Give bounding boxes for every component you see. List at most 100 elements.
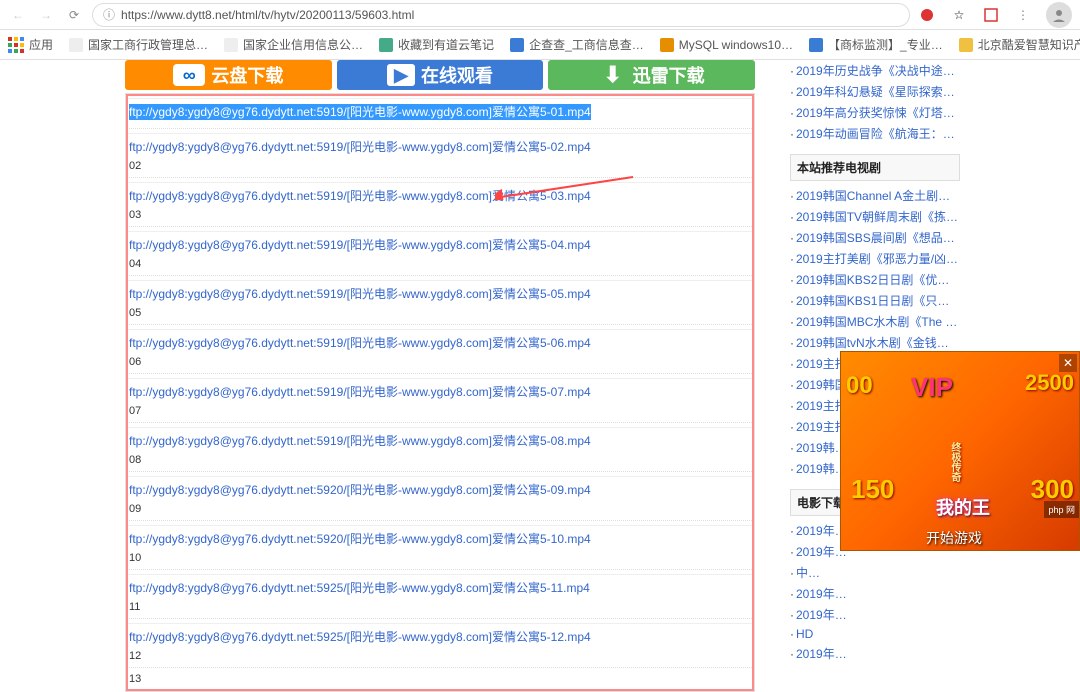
play-icon: ▶ xyxy=(387,64,415,86)
bookmark-item[interactable]: MySQL windows10… xyxy=(660,38,793,52)
link-number: 04 xyxy=(126,257,754,271)
link-number: 09 xyxy=(126,502,754,516)
ad-text: 00 xyxy=(846,372,873,400)
xunlei-download-button[interactable]: ⬇迅雷下载 xyxy=(548,60,755,90)
page-icon xyxy=(379,38,393,52)
download-link[interactable]: ftp://ygdy8:ygdy8@yg76.dydytt.net:5919/[… xyxy=(129,104,591,120)
link-number: 11 xyxy=(126,600,754,614)
sidebar-link[interactable]: 2019年高分获奖惊悚《灯塔》BD… xyxy=(790,102,960,123)
sidebar-link[interactable]: 2019韩国KBS1日日剧《只走花… xyxy=(790,290,960,311)
link-number: 10 xyxy=(126,551,754,565)
ad-text: VIP xyxy=(911,372,953,403)
download-link-row: ftp://ygdy8:ygdy8@yg76.dydytt.net:5920/[… xyxy=(126,521,754,570)
bookmarks-bar: 应用 国家工商行政管理总… 国家企业信用信息公… 收藏到有道云笔记 企查查_工商… xyxy=(0,30,1080,60)
page-icon xyxy=(69,38,83,52)
link-number: 03 xyxy=(126,208,754,222)
sidebar-section-header: 本站推荐电视剧 xyxy=(790,154,960,181)
download-link[interactable]: ftp://ygdy8:ygdy8@yg76.dydytt.net:5920/[… xyxy=(129,532,591,546)
download-link-row: ftp://ygdy8:ygdy8@yg76.dydytt.net:5920/[… xyxy=(126,472,754,521)
annotation-arrow xyxy=(495,175,635,203)
sidebar-link[interactable]: 2019年… xyxy=(790,583,960,604)
download-link[interactable]: ftp://ygdy8:ygdy8@yg76.dydytt.net:5919/[… xyxy=(129,140,591,154)
bookmark-item[interactable]: 【商标监测】_专业… xyxy=(809,36,943,53)
bookmark-item[interactable]: 收藏到有道云笔记 xyxy=(379,36,494,53)
floating-game-ad[interactable]: ✕ 00 VIP 2500 终极传奇 150 300 我的王 开始游戏 php … xyxy=(840,351,1080,551)
download-link-row: ftp://ygdy8:ygdy8@yg76.dydytt.net:5919/[… xyxy=(126,178,754,227)
sidebar-link[interactable]: 2019韩国SBS晨间剧《想品尝一… xyxy=(790,227,960,248)
download-links-table: ftp://ygdy8:ygdy8@yg76.dydytt.net:5919/[… xyxy=(125,93,755,692)
ad-text: 终极传奇 xyxy=(949,442,959,482)
link-number: 13 xyxy=(126,672,754,686)
url-text: https://www.dytt8.net/html/tv/hytv/20200… xyxy=(121,8,414,22)
yunpan-download-button[interactable]: ∞云盘下载 xyxy=(125,60,332,90)
back-button[interactable]: ← xyxy=(8,5,28,25)
link-number: 12 xyxy=(126,649,754,663)
download-link-row: ftp://ygdy8:ygdy8@yg76.dydytt.net:5919/[… xyxy=(126,423,754,472)
download-link[interactable]: ftp://ygdy8:ygdy8@yg76.dydytt.net:5925/[… xyxy=(129,581,590,595)
sidebar-link[interactable]: 2019年… xyxy=(790,604,960,625)
download-arrow-icon: ⬇ xyxy=(599,64,627,86)
address-bar[interactable]: ⓘ https://www.dytt8.net/html/tv/hytv/202… xyxy=(92,3,910,27)
sidebar-link[interactable]: 2019年科幻悬疑《星际探索》BD… xyxy=(790,81,960,102)
download-link-row: ftp://ygdy8:ygdy8@yg76.dydytt.net:5919/[… xyxy=(126,227,754,276)
extension-icon[interactable] xyxy=(918,6,936,24)
browser-toolbar: ← → ⟳ ⓘ https://www.dytt8.net/html/tv/hy… xyxy=(0,0,1080,30)
menu-icon[interactable]: ⋮ xyxy=(1014,6,1032,24)
download-link-row: ftp://ygdy8:ygdy8@yg76.dydytt.net:5925/[… xyxy=(126,570,754,619)
sidebar-top-links: 2019年历史战争《决战中途岛》…2019年科幻悬疑《星际探索》BD…2019年… xyxy=(790,60,960,144)
page-icon xyxy=(510,38,524,52)
link-number: 02 xyxy=(126,159,754,173)
sidebar-link[interactable]: 2019韩国Channel A金土剧《触… xyxy=(790,185,960,206)
page-icon xyxy=(660,38,674,52)
ad-text: 2500 xyxy=(1025,370,1074,396)
shield-icon[interactable] xyxy=(982,6,1000,24)
ad-text: 我的王 xyxy=(936,494,990,520)
download-link[interactable]: ftp://ygdy8:ygdy8@yg76.dydytt.net:5919/[… xyxy=(129,336,591,350)
link-number: 06 xyxy=(126,355,754,369)
sidebar-link[interactable]: 中… xyxy=(790,562,960,583)
ad-text: 150 xyxy=(851,474,894,505)
watch-online-button[interactable]: ▶在线观看 xyxy=(337,60,544,90)
download-link[interactable]: ftp://ygdy8:ygdy8@yg76.dydytt.net:5919/[… xyxy=(129,385,591,399)
download-link[interactable]: ftp://ygdy8:ygdy8@yg76.dydytt.net:5919/[… xyxy=(129,434,591,448)
sidebar-link[interactable]: 2019年… xyxy=(790,643,960,664)
profile-avatar[interactable] xyxy=(1046,2,1072,28)
sidebar-link[interactable]: HD xyxy=(790,625,960,643)
page-icon xyxy=(224,38,238,52)
bookmark-item[interactable]: 北京酷爱智慧知识产… xyxy=(959,36,1080,53)
apps-button[interactable]: 应用 xyxy=(8,36,53,53)
download-link-row: ftp://ygdy8:ygdy8@yg76.dydytt.net:5925/[… xyxy=(126,619,754,668)
download-buttons-row: ∞云盘下载 ▶在线观看 ⬇迅雷下载 xyxy=(125,60,755,90)
watermark: php 网 xyxy=(1044,501,1079,518)
download-link[interactable]: ftp://ygdy8:ygdy8@yg76.dydytt.net:5919/[… xyxy=(129,238,591,252)
bookmark-item[interactable]: 国家企业信用信息公… xyxy=(224,36,363,53)
download-link-row: ftp://ygdy8:ygdy8@yg76.dydytt.net:5919/[… xyxy=(126,374,754,423)
infinity-icon: ∞ xyxy=(173,64,205,86)
download-link-row: ftp://ygdy8:ygdy8@yg76.dydytt.net:5919/[… xyxy=(126,94,754,129)
forward-button[interactable]: → xyxy=(36,5,56,25)
apps-grid-icon xyxy=(8,37,24,53)
sidebar-link[interactable]: 2019韩国KBS2日日剧《优雅的… xyxy=(790,269,960,290)
download-link-row: ftp://ygdy8:ygdy8@yg76.dydytt.net:5919/[… xyxy=(126,325,754,374)
download-link[interactable]: ftp://ygdy8:ygdy8@yg76.dydytt.net:5920/[… xyxy=(129,483,591,497)
sidebar-link[interactable]: 2019韩国tvN水木剧《金钱游戏… xyxy=(790,332,960,353)
site-info-icon[interactable]: ⓘ xyxy=(103,6,115,23)
download-link-row: 13 xyxy=(126,668,754,691)
sidebar-link[interactable]: 2019韩国TV朝鲜周末剧《拣择-… xyxy=(790,206,960,227)
download-link[interactable]: ftp://ygdy8:ygdy8@yg76.dydytt.net:5925/[… xyxy=(129,630,591,644)
download-link[interactable]: ftp://ygdy8:ygdy8@yg76.dydytt.net:5919/[… xyxy=(129,287,591,301)
main-column: ∞云盘下载 ▶在线观看 ⬇迅雷下载 ftp://ygdy8:ygdy8@yg76… xyxy=(125,60,755,551)
page-icon xyxy=(959,38,973,52)
sidebar-link[interactable]: 2019主打美剧《邪恶力量/凶鬼… xyxy=(790,248,960,269)
sidebar-link[interactable]: 2019年动画冒险《航海王：狂热… xyxy=(790,123,960,144)
ad-cta-button[interactable]: 开始游戏 xyxy=(926,528,982,548)
sidebar-link[interactable]: 2019年历史战争《决战中途岛》… xyxy=(790,60,960,81)
bookmark-item[interactable]: 企查查_工商信息查… xyxy=(510,36,644,53)
link-number: 08 xyxy=(126,453,754,467)
download-link-row: ftp://ygdy8:ygdy8@yg76.dydytt.net:5919/[… xyxy=(126,276,754,325)
bookmark-item[interactable]: 国家工商行政管理总… xyxy=(69,36,208,53)
page-icon xyxy=(809,38,823,52)
bookmark-star-icon[interactable]: ☆ xyxy=(950,6,968,24)
sidebar-link[interactable]: 2019韩国MBC水木剧《The Game… xyxy=(790,311,960,332)
reload-button[interactable]: ⟳ xyxy=(64,5,84,25)
